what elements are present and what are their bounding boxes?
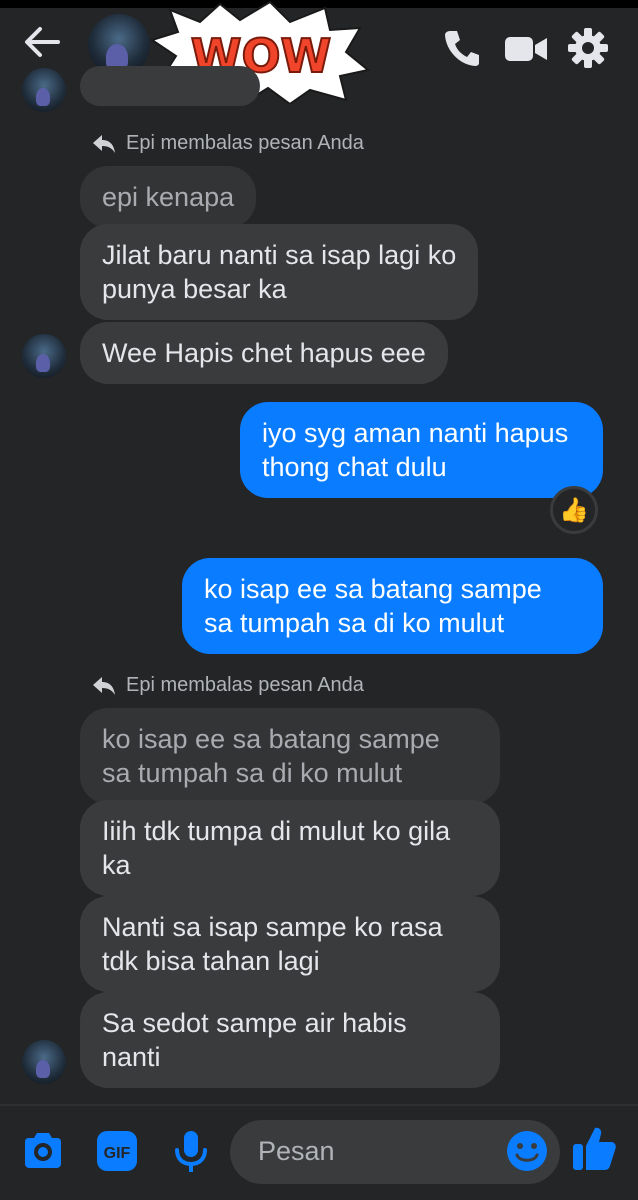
camera-icon[interactable] (20, 1128, 66, 1174)
message-text-line: punya besar ka (102, 274, 287, 304)
contact-avatar-small[interactable] (22, 1040, 66, 1084)
outgoing-message[interactable]: iyo syg aman nanti hapus thong chat dulu (240, 402, 603, 498)
quoted-message-text-line: ko isap ee sa batang sampe (102, 724, 440, 754)
message-text-line: Sa sedot sampe air habis (102, 1008, 407, 1038)
message-input-placeholder: Pesan (258, 1136, 335, 1166)
thumbs-up-reaction-icon: 👍 (559, 496, 589, 524)
outgoing-message[interactable]: ko isap ee sa batang sampe sa tumpah sa … (182, 558, 603, 654)
message-text-line: Jilat baru nanti sa isap lagi ko (102, 240, 457, 270)
quoted-message-text-line: sa tumpah sa di ko mulut (102, 758, 403, 788)
message-text-line: Iiih tdk tumpa di mulut ko gila (102, 816, 451, 846)
thumbs-up-icon[interactable] (570, 1124, 618, 1174)
reply-icon (93, 134, 115, 153)
reply-indicator-text: Epi membalas pesan Anda (126, 132, 364, 154)
reply-indicator-text: Epi membalas pesan Anda (126, 674, 364, 696)
gear-icon[interactable] (566, 26, 610, 70)
message-text-line: Nanti sa isap sampe ko rasa (102, 912, 443, 942)
gif-label: GIF (104, 1145, 131, 1162)
quoted-message[interactable]: epi kenapa (80, 166, 257, 228)
reply-indicator: Epi membalas pesan Anda (92, 132, 364, 155)
emoji-icon[interactable] (506, 1130, 548, 1172)
arrow-left-icon[interactable] (18, 18, 66, 66)
message-text-line: tdk bisa tahan lagi (102, 946, 320, 976)
video-camera-icon[interactable] (502, 26, 550, 70)
contact-avatar-small[interactable] (22, 334, 66, 378)
message-text: Wee Hapis chet hapus eee (102, 338, 426, 368)
message-text-line: ko isap ee sa batang sampe (204, 574, 542, 604)
incoming-message[interactable]: Wee Hapis chet hapus eee (80, 322, 448, 384)
reply-indicator: Epi membalas pesan Anda (92, 674, 364, 697)
microphone-icon[interactable] (168, 1128, 214, 1174)
incoming-message[interactable]: Iiih tdk tumpa di mulut ko gila ka (80, 800, 500, 896)
message-text-line: ka (102, 850, 131, 880)
message-text-line: nanti (102, 1042, 161, 1072)
phone-icon[interactable] (440, 26, 484, 70)
quoted-message[interactable]: ko isap ee sa batang sampe sa tumpah sa … (80, 708, 500, 804)
message-text-line: iyo syg aman nanti hapus (262, 418, 569, 448)
message-text-line: thong chat dulu (262, 452, 447, 482)
quoted-message-text: epi kenapa (102, 182, 235, 212)
reaction-badge[interactable]: 👍 (550, 486, 598, 534)
gif-icon[interactable]: GIF (94, 1128, 140, 1174)
contact-avatar-small (22, 68, 66, 112)
incoming-message[interactable]: Sa sedot sampe air habis nanti (80, 992, 500, 1088)
reply-icon (93, 676, 115, 695)
incoming-message[interactable]: Nanti sa isap sampe ko rasa tdk bisa tah… (80, 896, 500, 992)
previous-message-bubble (80, 66, 260, 106)
incoming-message[interactable]: Jilat baru nanti sa isap lagi ko punya b… (80, 224, 479, 320)
message-text-line: sa tumpah sa di ko mulut (204, 608, 505, 638)
